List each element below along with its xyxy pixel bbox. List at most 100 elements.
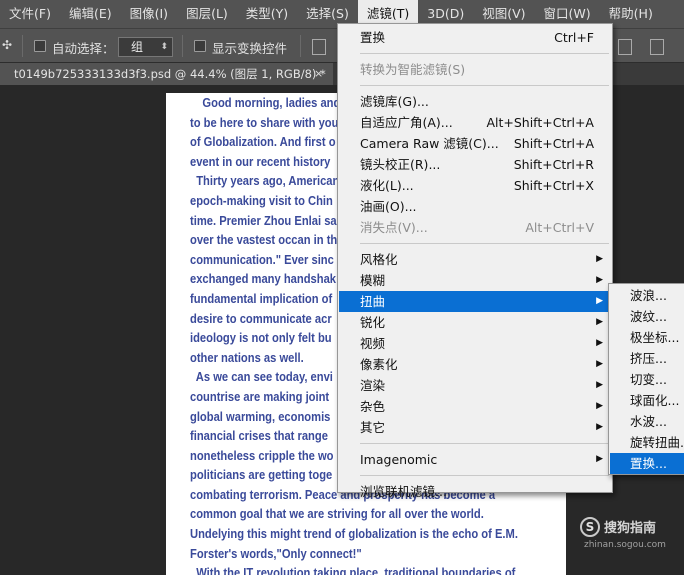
filter-menu-item[interactable]: 视频 ▶ bbox=[339, 333, 611, 354]
menu-item-label: Camera Raw 滤镜(C)... bbox=[360, 136, 499, 151]
filter-menu-item[interactable]: 自适应广角(A)... Alt+Shift+Ctrl+A bbox=[339, 112, 611, 133]
menu-separator bbox=[360, 243, 609, 244]
menu-item-label: 置换 bbox=[360, 30, 386, 45]
submenu-arrow-icon: ▶ bbox=[596, 454, 603, 464]
watermark-brand: 搜狗指南 bbox=[604, 521, 657, 536]
filter-menu-item[interactable]: 杂色 ▶ bbox=[339, 396, 611, 417]
submenu-arrow-icon: ▶ bbox=[596, 317, 603, 327]
text-line: Undelying this might trend of globalizat… bbox=[190, 526, 518, 542]
distort-submenu-item[interactable]: 挤压... bbox=[610, 348, 684, 369]
filter-menu-item[interactable]: 浏览联机滤镜... bbox=[339, 481, 611, 502]
menu-item-shortcut: Shift+Ctrl+X bbox=[513, 178, 594, 193]
distort-submenu-item[interactable]: 切变... bbox=[610, 369, 684, 390]
menu-layer[interactable]: 图层(L) bbox=[177, 0, 237, 28]
auto-select-checkbox[interactable] bbox=[34, 40, 46, 52]
menu-item-label: 杂色 bbox=[360, 399, 386, 414]
menu-item-label: 镜头校正(R)... bbox=[360, 157, 441, 172]
filter-menu-item[interactable]: 置换 Ctrl+F bbox=[339, 27, 611, 48]
filter-menu-item[interactable]: 其它 ▶ bbox=[339, 417, 611, 438]
divider bbox=[300, 35, 301, 57]
distort-submenu-item[interactable]: 旋转扭曲... bbox=[610, 432, 684, 453]
close-icon[interactable]: × bbox=[314, 63, 323, 85]
menu-item-shortcut: Shift+Ctrl+R bbox=[513, 157, 594, 172]
dropdown-arrows-icon: ⬍ bbox=[160, 42, 168, 52]
show-transform-checkbox[interactable] bbox=[194, 40, 206, 52]
menu-image[interactable]: 图像(I) bbox=[121, 0, 177, 28]
filter-menu-item[interactable]: 锐化 ▶ bbox=[339, 312, 611, 333]
menu-item-label: 风格化 bbox=[360, 252, 398, 267]
filter-menu-item[interactable]: 滤镜库(G)... bbox=[339, 91, 611, 112]
sogou-watermark: S 搜狗指南 zhinan.sogou.com bbox=[578, 515, 684, 555]
distribute-horizontal-icon[interactable] bbox=[650, 39, 664, 55]
filter-menu-item[interactable]: 扭曲 ▶ bbox=[339, 291, 611, 312]
submenu-arrow-icon: ▶ bbox=[596, 401, 603, 411]
filter-menu-item[interactable]: 风格化 ▶ bbox=[339, 249, 611, 270]
menu-item-label: 其它 bbox=[360, 420, 386, 435]
menu-item-label: Imagenomic bbox=[360, 452, 438, 467]
menu-separator bbox=[360, 85, 609, 86]
menu-item-shortcut: Alt+Shift+Ctrl+A bbox=[486, 115, 594, 130]
document-tab-title: t0149b725333133d3f3.psd @ 44.4% (图层 1, R… bbox=[14, 67, 326, 81]
filter-menu-item: 转换为智能滤镜(S) bbox=[339, 59, 611, 80]
filter-menu-item: 消失点(V)... Alt+Ctrl+V bbox=[339, 217, 611, 238]
menu-item-label: 浏览联机滤镜... bbox=[360, 484, 447, 499]
divider bbox=[182, 35, 183, 57]
text-line: With the IT revolution taking place, tra… bbox=[190, 565, 516, 575]
menu-item-label: 液化(L)... bbox=[360, 178, 414, 193]
menu-item-label: 滤镜库(G)... bbox=[360, 94, 429, 109]
auto-select-label: 自动选择： bbox=[52, 41, 115, 56]
menu-item-shortcut: Ctrl+F bbox=[554, 30, 594, 45]
menu-item-label: 模糊 bbox=[360, 273, 386, 288]
submenu-arrow-icon: ▶ bbox=[596, 296, 603, 306]
distort-submenu-item[interactable]: 极坐标... bbox=[610, 327, 684, 348]
menu-separator bbox=[360, 475, 609, 476]
distort-submenu: 波浪... 波纹... 极坐标... 挤压... 切变... 球面化... 水波... 旋转扭… bbox=[608, 283, 684, 475]
menu-item-shortcut: Shift+Ctrl+A bbox=[513, 136, 594, 151]
menu-item-label: 渲染 bbox=[360, 378, 386, 393]
submenu-arrow-icon: ▶ bbox=[596, 359, 603, 369]
submenu-arrow-icon: ▶ bbox=[596, 254, 603, 264]
move-arrow-icon[interactable]: ✣ bbox=[2, 38, 12, 52]
distort-submenu-item[interactable]: 球面化... bbox=[610, 390, 684, 411]
menu-type[interactable]: 类型(Y) bbox=[237, 0, 297, 28]
sogou-logo-icon: S bbox=[580, 517, 600, 537]
menu-item-label: 转换为智能滤镜(S) bbox=[360, 62, 466, 77]
menu-item-label: 像素化 bbox=[360, 357, 398, 372]
submenu-arrow-icon: ▶ bbox=[596, 422, 603, 432]
filter-menu-item[interactable]: Imagenomic ▶ bbox=[339, 449, 611, 470]
distort-submenu-item[interactable]: 水波... bbox=[610, 411, 684, 432]
submenu-arrow-icon: ▶ bbox=[596, 338, 603, 348]
filter-menu-item[interactable]: 模糊 ▶ bbox=[339, 270, 611, 291]
distort-submenu-item[interactable]: 置换... bbox=[610, 453, 684, 474]
menu-file[interactable]: 文件(F) bbox=[0, 0, 60, 28]
menu-item-shortcut: Alt+Ctrl+V bbox=[525, 220, 594, 235]
menu-edit[interactable]: 编辑(E) bbox=[60, 0, 121, 28]
menu-item-label: 扭曲 bbox=[360, 294, 386, 309]
menu-separator bbox=[360, 53, 609, 54]
filter-menu-item[interactable]: 液化(L)... Shift+Ctrl+X bbox=[339, 175, 611, 196]
menu-item-label: 自适应广角(A)... bbox=[360, 115, 453, 130]
filter-menu-item[interactable]: Camera Raw 滤镜(C)... Shift+Ctrl+A bbox=[339, 133, 611, 154]
menu-item-label: 视频 bbox=[360, 336, 386, 351]
distort-submenu-item[interactable]: 波纹... bbox=[610, 306, 684, 327]
text-line: common goal that we are striving for all… bbox=[190, 506, 484, 522]
distribute-icon[interactable] bbox=[618, 39, 632, 55]
submenu-arrow-icon: ▶ bbox=[596, 275, 603, 285]
filter-menu: 置换 Ctrl+F 转换为智能滤镜(S) 滤镜库(G)... 自适应广角(A)... Al… bbox=[337, 23, 613, 499]
show-transform-label: 显示变换控件 bbox=[212, 41, 288, 56]
menu-separator bbox=[360, 443, 609, 444]
distort-submenu-item[interactable]: 波浪... bbox=[610, 285, 684, 306]
filter-menu-item[interactable]: 镜头校正(R)... Shift+Ctrl+R bbox=[339, 154, 611, 175]
menu-item-label: 消失点(V)... bbox=[360, 220, 428, 235]
auto-select-dropdown[interactable]: 组 ⬍ bbox=[118, 37, 173, 57]
filter-menu-item[interactable]: 渲染 ▶ bbox=[339, 375, 611, 396]
submenu-arrow-icon: ▶ bbox=[596, 380, 603, 390]
filter-menu-item[interactable]: 像素化 ▶ bbox=[339, 354, 611, 375]
text-line: Forster's words,"Only connect!" bbox=[190, 545, 362, 561]
menu-item-label: 油画(O)... bbox=[360, 199, 417, 214]
menu-item-label: 锐化 bbox=[360, 315, 386, 330]
watermark-url: zhinan.sogou.com bbox=[584, 540, 666, 550]
document-tab[interactable]: t0149b725333133d3f3.psd @ 44.4% (图层 1, R… bbox=[0, 63, 333, 85]
filter-menu-item[interactable]: 油画(O)... bbox=[339, 196, 611, 217]
align-top-icon[interactable] bbox=[312, 39, 326, 55]
